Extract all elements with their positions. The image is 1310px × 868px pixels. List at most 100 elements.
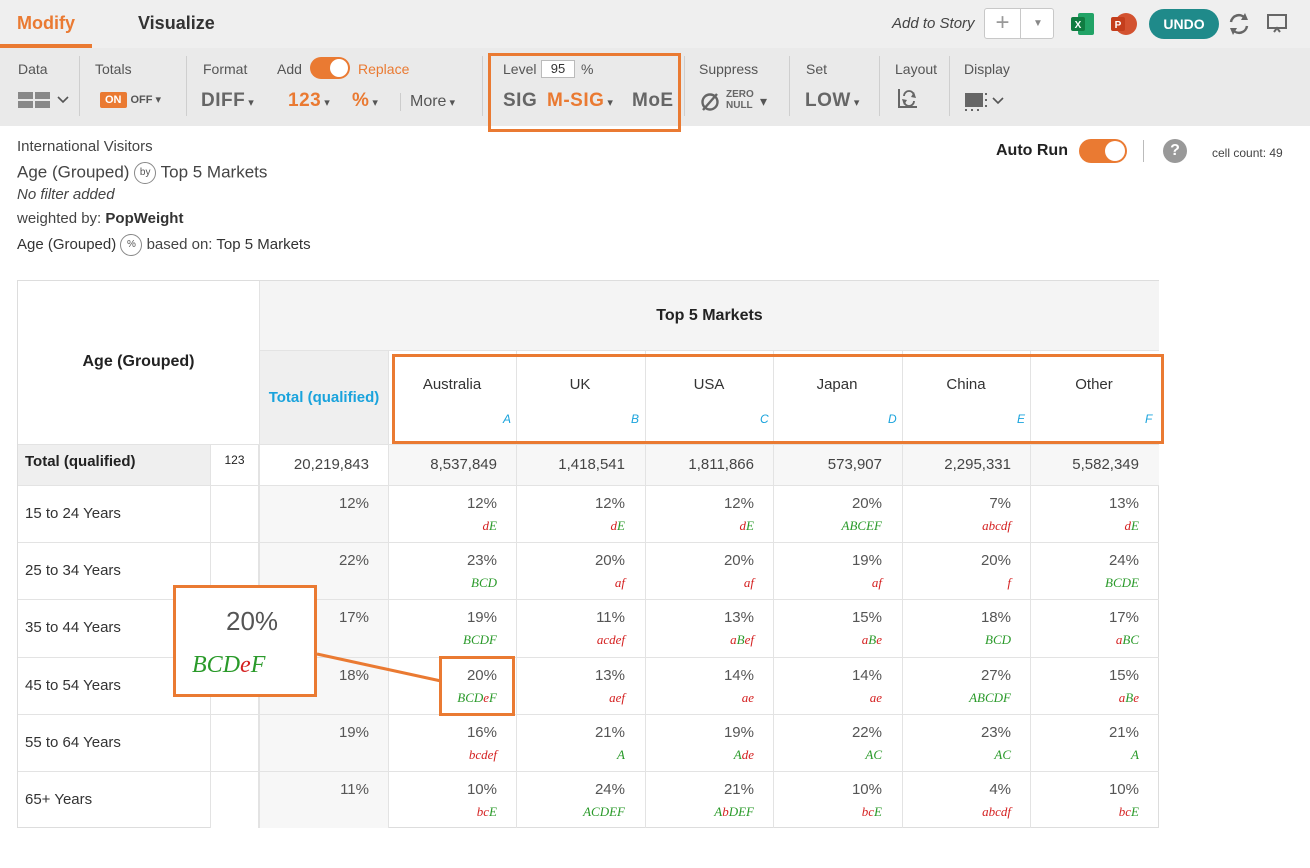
sig-letter: B	[470, 575, 479, 590]
cell-significance: aBef	[645, 632, 754, 648]
percent-base-info: Age (Grouped) % based on: Top 5 Markets	[17, 234, 311, 256]
grid-line	[259, 350, 1159, 351]
tab-modify[interactable]: Modify	[17, 13, 75, 34]
sig-letter: e	[748, 690, 754, 705]
cell-percent: 23%	[980, 724, 1011, 741]
cell-percent: 13%	[723, 609, 754, 626]
powerpoint-export-icon[interactable]: P	[1109, 10, 1137, 38]
sig-letter: D	[599, 804, 610, 819]
sig-letter: F	[1003, 690, 1011, 705]
totals-off-text: OFF	[130, 94, 153, 106]
toolbar-separator	[400, 93, 401, 111]
cell-percent: 23%	[466, 552, 497, 569]
cell-significance: bcE	[1030, 804, 1139, 820]
cell-significance: aef	[516, 690, 625, 706]
cell-significance: af	[516, 575, 625, 591]
sig-letter: D	[1121, 575, 1132, 590]
sig-letter: e	[748, 747, 754, 762]
cell-significance: dE	[388, 518, 497, 534]
sig-letter: B	[192, 652, 207, 678]
excel-export-icon[interactable]: X	[1070, 11, 1096, 37]
weight-variable[interactable]: PopWeight	[105, 210, 183, 227]
column-variable: Top 5 Markets	[160, 162, 268, 182]
sig-letter: f	[750, 575, 754, 590]
chevron-down-icon[interactable]: ▾	[760, 93, 767, 110]
count-badge[interactable]: 123	[211, 453, 258, 467]
sig-letter: E	[866, 518, 875, 533]
add-to-story-dropdown-icon[interactable]: ▼	[1022, 9, 1054, 38]
sig-letter: E	[738, 804, 747, 819]
sig-letter: D	[479, 632, 490, 647]
sig-letter: f	[750, 632, 754, 647]
sig-letter: B	[1105, 575, 1113, 590]
more-dropdown[interactable]: More ▾	[410, 93, 455, 111]
totals-label: Totals	[95, 61, 132, 77]
set-dropdown[interactable]: LOW ▾	[805, 90, 860, 112]
toggle-knob	[330, 59, 348, 77]
total-column-header[interactable]: Total (qualified)	[260, 389, 388, 406]
sig-letter: e	[876, 690, 882, 705]
sig-letter: F	[874, 518, 882, 533]
suppress-label: Suppress	[699, 61, 759, 77]
zero-null-label[interactable]: ZERO NULL	[726, 89, 754, 111]
totals-on-off-switch[interactable]: ON OFF ▾	[100, 90, 161, 108]
cell-percent: 21%	[723, 781, 754, 798]
cell-significance: ae	[645, 690, 754, 706]
sig-letter: f	[621, 690, 625, 705]
cell-significance: ae	[773, 690, 882, 706]
row-label: 65+ Years	[25, 791, 93, 808]
banner-title: Top 5 Markets	[656, 307, 763, 324]
sig-letter: B	[977, 690, 985, 705]
sig-letter: E	[489, 804, 497, 819]
cell-significance: af	[773, 575, 882, 591]
cell-percent: 15%	[851, 609, 882, 626]
sig-letter: D	[1001, 632, 1011, 647]
toolbar-separator	[79, 56, 80, 116]
data-grid-icon[interactable]	[18, 90, 70, 110]
svg-text:P: P	[1115, 20, 1122, 31]
display-options-icon[interactable]	[964, 90, 1006, 112]
sig-letter: F	[746, 804, 754, 819]
sig-letter: A	[733, 747, 742, 762]
sig-letter: C	[1112, 575, 1122, 590]
cell-significance: bcE	[388, 804, 497, 820]
empty-set-icon[interactable]	[699, 91, 721, 113]
number-format-dropdown[interactable]: 123 ▾	[288, 90, 330, 112]
format-diff-dropdown[interactable]: DIFF ▾	[201, 90, 254, 112]
cell-significance: A	[516, 747, 625, 763]
sig-letter: f	[1007, 804, 1011, 819]
sig-letter: f	[493, 747, 497, 762]
display-label: Display	[964, 61, 1010, 77]
row-label: 55 to 64 Years	[25, 734, 121, 751]
cell-significance: af	[645, 575, 754, 591]
undo-button[interactable]: UNDO	[1149, 9, 1219, 39]
swap-layout-icon[interactable]	[896, 86, 920, 110]
help-icon[interactable]: ?	[1163, 139, 1187, 163]
sig-letter: B	[984, 632, 993, 647]
cell-percent: 14%	[851, 667, 882, 684]
cell-percent: 27%	[980, 667, 1011, 684]
number-format-value: 123	[288, 90, 322, 111]
add-replace-toggle[interactable]	[310, 57, 350, 79]
weighted-by-prefix: weighted by:	[17, 210, 102, 227]
refresh-icon[interactable]	[1226, 11, 1252, 37]
add-to-story-plus-button[interactable]: +	[985, 9, 1021, 38]
sig-letter: A	[583, 804, 592, 819]
auto-run-toggle[interactable]	[1079, 139, 1127, 163]
percent-format-dropdown[interactable]: % ▾	[352, 90, 378, 112]
tab-visualize[interactable]: Visualize	[138, 13, 215, 34]
cell-percent: 24%	[1108, 552, 1139, 569]
row-label: 35 to 44 Years	[25, 619, 121, 636]
sig-letter: F	[250, 652, 266, 678]
cell-significance: dE	[645, 518, 754, 534]
sig-letter: D	[222, 652, 241, 678]
based-on-variable[interactable]: Top 5 Markets	[216, 236, 310, 253]
filter-status[interactable]: No filter added	[17, 186, 115, 203]
presentation-icon[interactable]	[1265, 12, 1289, 36]
data-label: Data	[18, 61, 48, 77]
chevron-down-icon: ▾	[248, 97, 255, 109]
row-total-percent: 11%	[340, 781, 369, 798]
table-title: Age (Grouped) by Top 5 Markets	[17, 162, 267, 184]
chevron-down-icon: ▾	[155, 94, 162, 106]
cell-percent: 19%	[851, 552, 882, 569]
